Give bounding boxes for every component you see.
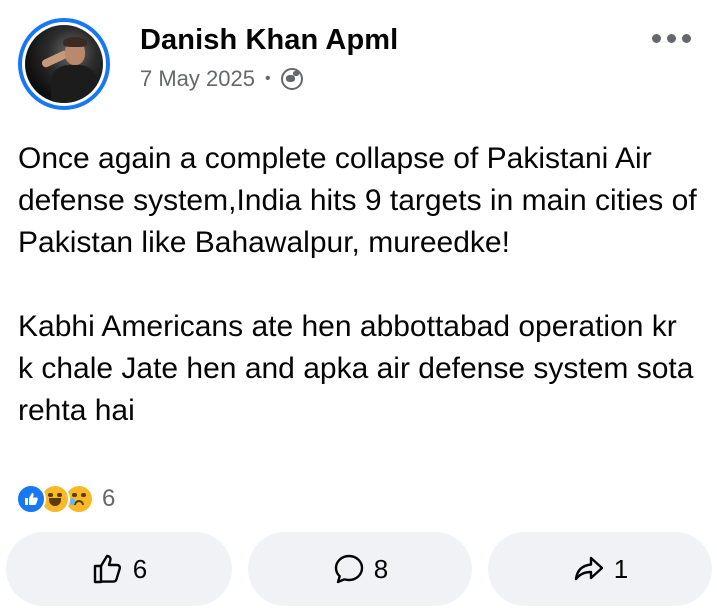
- post-date[interactable]: 7 May 2025: [140, 66, 255, 92]
- globe-icon[interactable]: [280, 68, 303, 90]
- comment-count: 8: [373, 553, 389, 584]
- share-count: 1: [613, 553, 629, 584]
- more-options-button[interactable]: [652, 34, 691, 43]
- dot-icon: [682, 34, 691, 43]
- post-paragraph: Kabhi Americans ate hen abbottabad opera…: [18, 310, 694, 427]
- dot-icon: [667, 34, 676, 43]
- author-name[interactable]: Danish Khan Apml: [140, 24, 398, 57]
- like-reaction-icon: [16, 484, 46, 514]
- like-button[interactable]: 6: [6, 532, 232, 606]
- thumbs-up-icon: [93, 554, 121, 584]
- comment-icon: [334, 554, 363, 584]
- reactions-summary[interactable]: 6: [16, 484, 115, 514]
- share-button[interactable]: 1: [488, 532, 712, 606]
- avatar-photo: [25, 25, 103, 103]
- share-arrow-icon: [574, 556, 603, 581]
- like-count: 6: [132, 553, 148, 584]
- dot-icon: [652, 34, 661, 43]
- post-card: Danish Khan Apml 7 May 2025 • Once again…: [0, 0, 717, 608]
- comment-button[interactable]: 8: [248, 532, 472, 606]
- post-paragraph: Once again a complete collapse of Pakist…: [18, 142, 697, 259]
- reaction-count: 6: [102, 485, 116, 512]
- post-meta: 7 May 2025 •: [140, 66, 303, 92]
- avatar[interactable]: [18, 18, 110, 110]
- meta-separator: •: [264, 70, 271, 87]
- post-text: Once again a complete collapse of Pakist…: [18, 138, 698, 432]
